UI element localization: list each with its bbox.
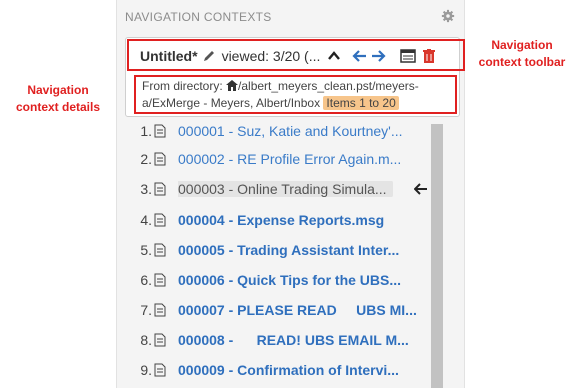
gear-icon[interactable] — [441, 9, 455, 23]
document-icon — [154, 303, 166, 317]
list-item-selected[interactable]: 3. 000003 - Online Trading Simula... — [130, 178, 420, 200]
document-icon — [154, 243, 166, 257]
details-highlight-box — [134, 75, 457, 114]
document-icon — [154, 333, 166, 347]
list-item[interactable]: 2. 000002 - RE Profile Error Again.m... — [130, 148, 420, 170]
document-icon — [154, 182, 166, 196]
toolbar-highlight-box — [127, 39, 465, 71]
list-item[interactable]: 1. 000001 - Suz, Katie and Kourtney'... — [130, 120, 420, 142]
list-item[interactable]: 9. 000009 - Confirmation of Intervi... — [130, 359, 420, 381]
current-item-arrow-icon — [414, 183, 427, 195]
document-icon — [154, 363, 166, 377]
panel-title: NAVIGATION CONTEXTS — [125, 10, 272, 24]
document-icon — [154, 152, 166, 166]
document-icon — [154, 273, 166, 287]
details-annotation: Navigation context details — [15, 83, 101, 114]
list-scrollbar[interactable] — [431, 124, 443, 388]
list-item[interactable]: 6. 000006 - Quick Tips for the UBS... — [130, 269, 420, 291]
list-item[interactable]: 5. 000005 - Trading Assistant Inter... — [130, 239, 420, 261]
list-item[interactable]: 4. 000004 - Expense Reports.msg — [130, 209, 420, 231]
toolbar-annotation: Navigation context toolbar — [478, 38, 566, 69]
list-item[interactable]: 7. 000007 - PLEASE READ UBS MI... — [130, 299, 420, 321]
document-icon — [154, 213, 166, 227]
scrollbar-thumb[interactable] — [431, 124, 443, 388]
list-item[interactable]: 8. 000008 - READ! UBS EMAIL M... — [130, 329, 420, 351]
document-icon — [154, 124, 166, 138]
